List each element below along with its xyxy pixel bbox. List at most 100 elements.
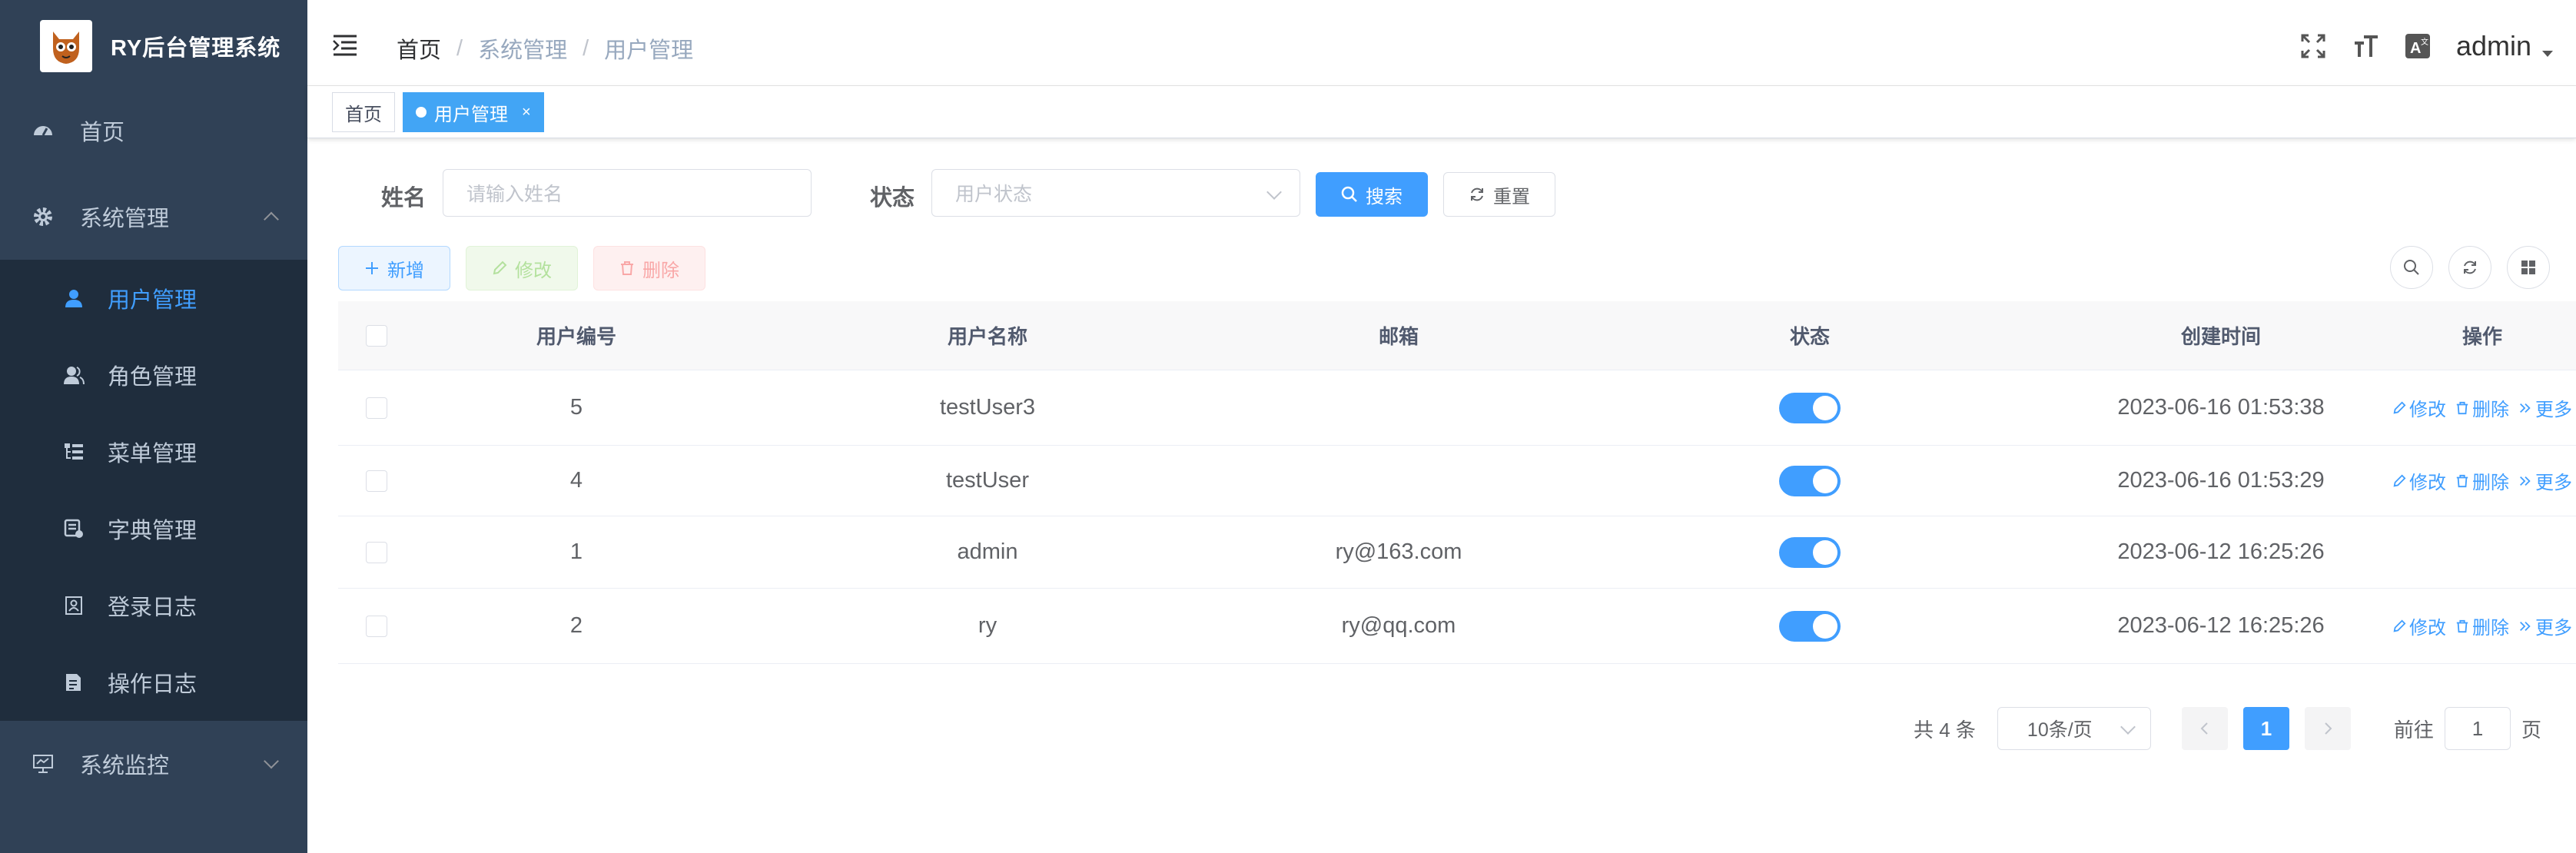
hamburger-icon[interactable]: [332, 34, 358, 57]
breadcrumb-item-home[interactable]: 首页: [397, 32, 441, 65]
column-header: 用户名称: [947, 325, 1027, 348]
columns-button[interactable]: [2507, 246, 2550, 289]
page-size-select[interactable]: 10条/页: [1997, 707, 2151, 750]
page-jump: 前往 1 页: [2394, 707, 2541, 750]
tags-view: 首页 用户管理 ×: [307, 86, 2576, 138]
reset-button-label: 重置: [1493, 186, 1530, 207]
sidebar-item-user-management[interactable]: 用户管理: [0, 260, 307, 337]
breadcrumb-item-system: 系统管理: [478, 38, 568, 63]
tag-user-management[interactable]: 用户管理 ×: [403, 92, 544, 132]
sidebar-item-login-log[interactable]: 登录日志: [0, 567, 307, 644]
sidebar-item-label: 首页: [80, 121, 125, 145]
chevron-left-icon: [2200, 722, 2208, 735]
table-row: 2 ry ry@qq.com 2023-06-12 16:25:26 修改 删除…: [338, 589, 2576, 664]
table-row: 5 testUser3 2023-06-16 01:53:38 修改 删除 更多: [338, 370, 2576, 446]
tag-home[interactable]: 首页: [332, 92, 395, 132]
row-checkbox[interactable]: [366, 541, 387, 563]
grid-icon: [2521, 261, 2535, 274]
trash-icon: [2455, 401, 2469, 415]
sidebar-item-home[interactable]: 首页: [0, 88, 307, 174]
add-button-label: 新增: [387, 260, 424, 281]
dict-icon: [61, 516, 86, 541]
row-delete-link[interactable]: 删除: [2455, 467, 2509, 494]
sidebar-item-monitor[interactable]: 系统监控: [0, 721, 307, 807]
status-select[interactable]: 用户状态: [931, 169, 1300, 217]
language-icon[interactable]: A文: [2399, 28, 2436, 65]
row-checkbox[interactable]: [366, 470, 387, 492]
created-time-cell: 2023-06-16 01:53:29: [2117, 468, 2325, 493]
sidebar-item-menu-management[interactable]: 菜单管理: [0, 413, 307, 490]
user-id-cell: 1: [569, 539, 583, 564]
delete-button-label: 删除: [642, 260, 679, 281]
search-icon: [1341, 186, 1358, 203]
fullscreen-icon[interactable]: [2295, 28, 2332, 65]
status-switch[interactable]: [1779, 536, 1841, 568]
next-page-button[interactable]: [2304, 707, 2351, 750]
row-checkbox[interactable]: [366, 397, 387, 419]
page-number-current[interactable]: 1: [2242, 707, 2289, 750]
sidebar-item-system[interactable]: 系统管理: [0, 174, 307, 260]
tag-label: 用户管理: [434, 104, 508, 125]
switch-knob: [1813, 468, 1837, 493]
column-header: 创建时间: [2180, 325, 2261, 348]
row-delete-link[interactable]: 删除: [2455, 612, 2509, 639]
sidebar-item-operation-log[interactable]: 操作日志: [0, 644, 307, 721]
delete-button[interactable]: 删除: [593, 246, 705, 290]
sidebar-item-label: 角色管理: [108, 365, 198, 390]
user-name-cell: testUser3: [939, 395, 1036, 420]
row-edit-link[interactable]: 修改: [2392, 394, 2446, 421]
sidebar-item-label: 用户管理: [108, 288, 198, 313]
chevron-right-icon: [2325, 722, 2332, 735]
refresh-button[interactable]: [2448, 246, 2491, 289]
row-edit-link[interactable]: 修改: [2392, 612, 2446, 639]
close-icon[interactable]: ×: [522, 104, 531, 121]
sidebar-item-dict-management[interactable]: 字典管理: [0, 490, 307, 567]
font-size-icon[interactable]: [2347, 28, 2384, 65]
page-size-value: 10条/页: [2027, 719, 2093, 741]
sidebar-item-role-management[interactable]: 角色管理: [0, 337, 307, 413]
row-edit-label: 修改: [2409, 473, 2446, 493]
search-button-label: 搜索: [1366, 186, 1403, 207]
user-menu[interactable]: admin: [2456, 30, 2531, 62]
reset-button[interactable]: 重置: [1443, 172, 1555, 217]
app-title: RY后台管理系统: [111, 36, 281, 61]
row-delete-link[interactable]: 删除: [2455, 394, 2509, 421]
edit-button[interactable]: 修改: [466, 246, 578, 290]
status-switch[interactable]: [1779, 465, 1841, 496]
ops-cell: 修改 删除 更多: [2382, 394, 2576, 421]
breadcrumb-separator: /: [583, 35, 589, 61]
chevron-down-icon: [264, 753, 279, 769]
goto-page-input[interactable]: 1: [2444, 707, 2511, 750]
chevron-down-icon: [1266, 184, 1282, 200]
switch-knob: [1813, 539, 1837, 565]
add-button[interactable]: 新增: [338, 246, 450, 290]
select-all-checkbox[interactable]: [366, 324, 387, 347]
status-label: 状态: [870, 186, 915, 211]
sidebar-item-label: 系统监控: [80, 754, 170, 778]
logo: [40, 20, 92, 72]
svg-text:文: 文: [2421, 37, 2428, 47]
prev-page-button[interactable]: [2181, 707, 2228, 750]
search-icon: [2404, 260, 2419, 275]
chevron-up-icon: [264, 211, 279, 227]
dashboard-icon: [31, 118, 55, 143]
row-more-link[interactable]: 更多: [2518, 467, 2572, 494]
row-delete-label: 删除: [2472, 618, 2509, 639]
sidebar-item-label: 系统管理: [80, 207, 170, 231]
search-button[interactable]: 搜索: [1316, 172, 1428, 217]
status-switch[interactable]: [1779, 392, 1841, 423]
row-checkbox[interactable]: [366, 615, 387, 637]
name-input[interactable]: 请输入姓名: [443, 169, 812, 217]
row-more-link[interactable]: 更多: [2518, 612, 2572, 639]
user-table: 用户编号 用户名称 邮箱 状态 创建时间 操作 5 testUser3 2023…: [338, 301, 2576, 664]
logo-row[interactable]: RY后台管理系统: [0, 0, 307, 92]
row-check-cell: [338, 615, 415, 637]
row-more-link[interactable]: 更多: [2518, 394, 2572, 421]
pagination: 共 4 条 10条/页 1 前往 1 页: [1914, 705, 2541, 752]
status-switch[interactable]: [1779, 610, 1841, 642]
toggle-search-button[interactable]: [2390, 246, 2433, 289]
sidebar-item-label: 操作日志: [108, 672, 198, 697]
caret-down-icon[interactable]: [2542, 51, 2553, 57]
row-delete-label: 删除: [2472, 473, 2509, 493]
row-edit-link[interactable]: 修改: [2392, 467, 2446, 494]
